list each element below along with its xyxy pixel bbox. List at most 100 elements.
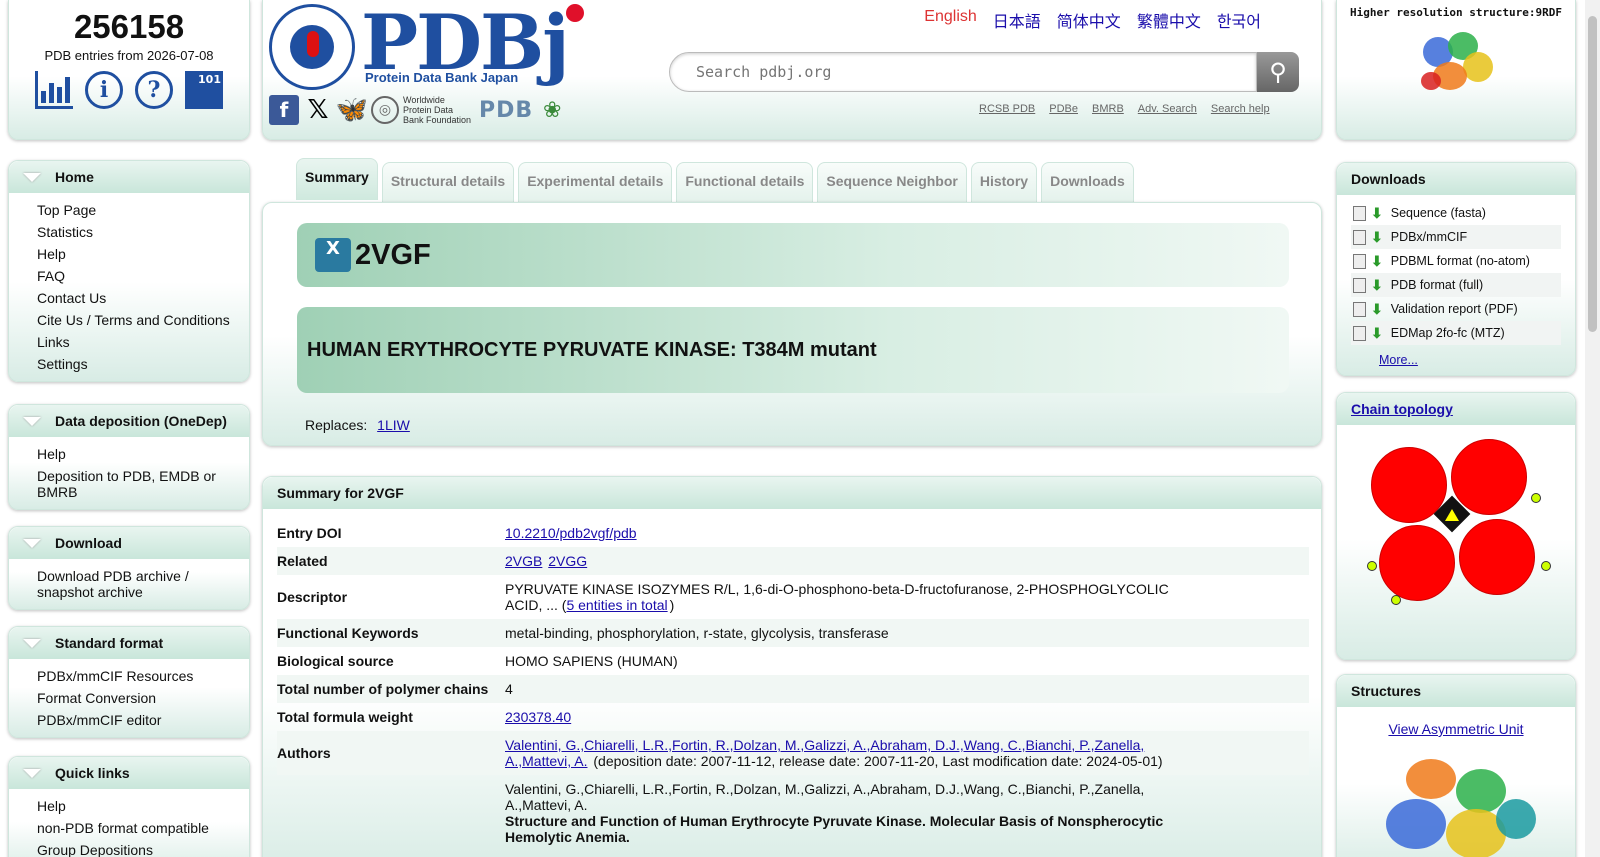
download-arrow-icon[interactable]: ⬇ <box>1371 205 1383 222</box>
help-question-icon[interactable]: ? <box>135 71 173 109</box>
nav-links[interactable]: Links <box>37 334 70 350</box>
lang-korean[interactable]: 한국어 <box>1217 8 1261 32</box>
view-document-icon[interactable] <box>1353 229 1366 245</box>
link-adv-search[interactable]: Adv. Search <box>1138 103 1197 115</box>
download-item[interactable]: ⬇ EDMap 2fo-fc (MTZ) <box>1351 321 1561 345</box>
lang-japanese[interactable]: 日本語 <box>993 8 1041 32</box>
download-arrow-icon[interactable]: ⬇ <box>1371 229 1383 246</box>
nav-faq[interactable]: FAQ <box>37 268 65 284</box>
chain-topology-diagram[interactable] <box>1361 437 1551 617</box>
page-scrollbar[interactable] <box>1585 0 1600 857</box>
nav-quick-help[interactable]: Help <box>37 798 66 814</box>
tab-sequence-neighbor[interactable]: Sequence Neighbor <box>817 162 967 202</box>
download-label[interactable]: PDBx/mmCIF <box>1391 230 1467 244</box>
nav-settings[interactable]: Settings <box>37 356 88 372</box>
tab-structural-details[interactable]: Structural details <box>381 162 515 202</box>
higher-resolution-label[interactable]: Higher resolution structure:9RDF <box>1337 6 1575 19</box>
link-search-help[interactable]: Search help <box>1211 103 1270 115</box>
tab-experimental-details[interactable]: Experimental details <box>518 162 673 202</box>
pdbj-logo[interactable]: PDBj Protein Data Bank Japan <box>361 0 584 86</box>
download-item[interactable]: ⬇ Sequence (fasta) <box>1351 201 1561 225</box>
download-item[interactable]: ⬇ PDBx/mmCIF <box>1351 225 1561 249</box>
wwpdb-logo[interactable]: PDB <box>479 98 533 123</box>
download-arrow-icon[interactable]: ⬇ <box>1371 325 1383 342</box>
view-document-icon[interactable] <box>1353 277 1366 293</box>
bluesky-icon[interactable]: 🦋 <box>336 95 368 125</box>
lang-traditional-chinese[interactable]: 繁體中文 <box>1137 8 1201 32</box>
download-label[interactable]: Sequence (fasta) <box>1391 206 1486 220</box>
downloads-more-link[interactable]: More... <box>1379 353 1418 367</box>
link-rcsb-pdb[interactable]: RCSB PDB <box>979 103 1035 115</box>
download-label[interactable]: EDMap 2fo-fc (MTZ) <box>1391 326 1505 340</box>
tab-functional-details[interactable]: Functional details <box>676 162 814 202</box>
nav-group-depositions[interactable]: Group Depositions <box>37 842 153 857</box>
nav-top-page[interactable]: Top Page <box>37 202 96 218</box>
related-link-2vgb[interactable]: 2VGB <box>505 553 542 569</box>
entry-doi-link[interactable]: 10.2210/pdb2vgf/pdb <box>505 525 637 541</box>
view-document-icon[interactable] <box>1353 301 1366 317</box>
nav-deposition-onedep[interactable]: Deposition to PDB, EMDB or BMRB <box>37 468 216 500</box>
download-label[interactable]: PDB format (full) <box>1391 278 1483 292</box>
nav-standard-header[interactable]: Standard format <box>9 627 249 659</box>
chain-topology-link[interactable]: Chain topology <box>1351 401 1453 417</box>
wwpdb-foundation-text[interactable]: Worldwide Protein Data Bank Foundation <box>403 95 475 125</box>
related-link-2vgg[interactable]: 2VGG <box>548 553 587 569</box>
replaces-link[interactable]: 1LIW <box>377 417 410 433</box>
nav-statistics[interactable]: Statistics <box>37 224 93 240</box>
collapse-triangle-icon[interactable] <box>23 638 41 648</box>
nav-download-archive[interactable]: Download PDB archive / snapshot archive <box>37 568 189 600</box>
nav-download-header[interactable]: Download <box>9 527 249 559</box>
collapse-triangle-icon[interactable] <box>23 538 41 548</box>
view-asymmetric-unit-link[interactable]: View Asymmetric Unit <box>1337 721 1575 737</box>
higher-resolution-structure-image[interactable] <box>1413 27 1499 97</box>
wwpdb-foundation-logo-icon[interactable]: ◎ <box>371 96 399 124</box>
search-button[interactable]: ⚲ <box>1257 52 1299 92</box>
table-row: Related 2VGB 2VGG <box>277 547 1309 575</box>
info-icon[interactable]: i <box>85 71 123 109</box>
download-item[interactable]: ⬇ Validation report (PDF) <box>1351 297 1561 321</box>
download-item[interactable]: ⬇ PDB format (full) <box>1351 273 1561 297</box>
download-arrow-icon[interactable]: ⬇ <box>1371 253 1383 270</box>
download-item[interactable]: ⬇ PDBML format (no-atom) <box>1351 249 1561 273</box>
view-document-icon[interactable] <box>1353 325 1366 341</box>
collapse-triangle-icon[interactable] <box>23 768 41 778</box>
link-bmrb[interactable]: BMRB <box>1092 103 1124 115</box>
formula-weight-link[interactable]: 230378.40 <box>505 709 571 725</box>
mascot-icon[interactable]: ❀ <box>537 95 567 125</box>
nav-format-conversion[interactable]: Format Conversion <box>37 690 156 706</box>
facebook-icon[interactable]: f <box>269 95 299 125</box>
asymmetric-unit-structure-image[interactable] <box>1376 759 1536 857</box>
download-arrow-icon[interactable]: ⬇ <box>1371 277 1383 294</box>
lang-simplified-chinese[interactable]: 简体中文 <box>1057 8 1121 32</box>
nav-pdbx-editor[interactable]: PDBx/mmCIF editor <box>37 712 161 728</box>
nav-pdbx-resources[interactable]: PDBx/mmCIF Resources <box>37 668 193 684</box>
view-document-icon[interactable] <box>1353 253 1366 269</box>
university-seal-logo[interactable] <box>269 4 355 90</box>
search-input[interactable] <box>669 52 1257 92</box>
lang-english[interactable]: English <box>924 8 976 32</box>
nav-deposition-header[interactable]: Data deposition (OneDep) <box>9 405 249 437</box>
view-document-icon[interactable] <box>1353 205 1366 221</box>
nav-home-header[interactable]: Home <box>9 161 249 193</box>
collapse-triangle-icon[interactable] <box>23 172 41 182</box>
scrollbar-thumb[interactable] <box>1588 16 1597 332</box>
tutorial-101-icon[interactable]: 101 <box>185 71 223 109</box>
download-arrow-icon[interactable]: ⬇ <box>1371 301 1383 318</box>
download-label[interactable]: PDBML format (no-atom) <box>1391 254 1530 268</box>
download-label[interactable]: Validation report (PDF) <box>1391 302 1518 316</box>
nav-cite-us[interactable]: Cite Us / Terms and Conditions <box>37 312 230 328</box>
nav-non-pdb-format[interactable]: non-PDB format compatible <box>37 820 209 836</box>
nav-deposition-help[interactable]: Help <box>37 446 66 462</box>
x-twitter-icon[interactable]: 𝕏 <box>303 95 333 125</box>
tab-downloads[interactable]: Downloads <box>1041 162 1134 202</box>
tab-history[interactable]: History <box>970 162 1038 202</box>
nav-help[interactable]: Help <box>37 246 66 262</box>
entities-total-link[interactable]: 5 entities in total <box>566 597 667 613</box>
collapse-triangle-icon[interactable] <box>23 416 41 426</box>
tab-summary[interactable]: Summary <box>296 158 378 200</box>
link-pdbe[interactable]: PDBe <box>1049 103 1078 115</box>
nav-contact-us[interactable]: Contact Us <box>37 290 106 306</box>
row-label-authors: Authors <box>277 731 505 775</box>
nav-quick-header[interactable]: Quick links <box>9 757 249 789</box>
statistics-chart-icon[interactable] <box>35 71 73 109</box>
